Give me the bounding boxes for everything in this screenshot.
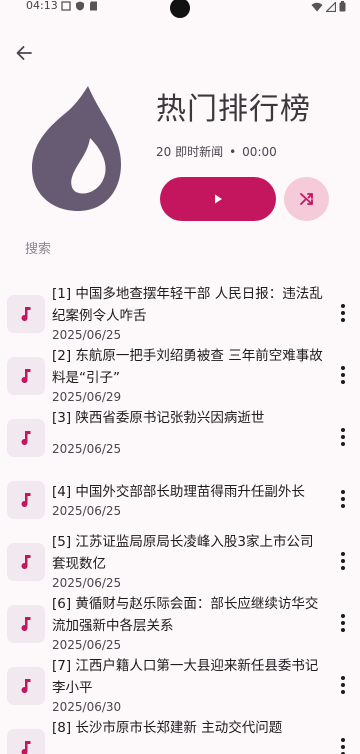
search-input[interactable]: 搜索 <box>25 238 51 257</box>
page-title: 热门排行榜 <box>156 92 311 127</box>
wifi-icon <box>311 2 323 11</box>
more-options-button[interactable] <box>334 424 352 450</box>
list-item[interactable]: [4] 中国外交部部长助理苗得雨升任副外长 2025/06/25 <box>0 469 360 531</box>
list-item-title: [2] 东航原一把手刘绍勇被查 三年前空难事故料是“引子” <box>52 348 323 386</box>
flame-icon <box>32 86 121 211</box>
status-time: 04:13 <box>26 0 58 12</box>
sd-card-icon <box>90 1 97 11</box>
camera-cutout <box>170 0 190 18</box>
list-item-title: [1] 中国多地查摆年轻干部 人民日报：违法乱纪案例令人咋舌 <box>52 286 323 324</box>
list-item[interactable]: [2] 东航原一把手刘绍勇被查 三年前空难事故料是“引子” 2025/06/29 <box>0 345 360 407</box>
list-item-title: [7] 江西户籍人口第一大县迎来新任县委书记李小平 <box>52 658 319 696</box>
list-item-title: [4] 中国外交部部长助理苗得雨升任副外长 <box>52 484 305 500</box>
signal-icon <box>326 1 336 12</box>
list-item-thumbnail <box>7 729 45 754</box>
more-options-button[interactable] <box>334 734 352 754</box>
list-item-thumbnail <box>7 357 45 395</box>
more-options-button[interactable] <box>334 548 352 574</box>
list-item[interactable]: [5] 江苏证监局原局长凌峰入股3家上市公司套现数亿 2025/06/25 <box>0 531 360 593</box>
status-bar: 04:13 <box>0 0 360 18</box>
list-item[interactable]: [8] 长沙市原市长郑建新 主动交代问题 <box>0 717 360 754</box>
list-item-thumbnail <box>7 667 45 705</box>
play-button[interactable] <box>160 177 276 221</box>
screen-icon <box>61 1 71 11</box>
list-item[interactable]: [6] 黄循财与赵乐际会面：部长应继续访华交流加强新中各层关系 2025/06/… <box>0 593 360 655</box>
shield-icon <box>76 1 84 11</box>
shuffle-icon <box>299 193 313 205</box>
more-options-button[interactable] <box>334 362 352 388</box>
list-item-date: 2025/06/25 <box>52 504 122 518</box>
playlist-meta: 20 即时新闻 • 00:00 <box>156 143 277 160</box>
more-options-button[interactable] <box>334 300 352 326</box>
system-icons <box>311 1 346 12</box>
list-item-thumbnail <box>7 543 45 581</box>
list-item[interactable]: [3] 陕西省委原书记张勃兴因病逝世 2025/06/25 <box>0 407 360 469</box>
more-options-button[interactable] <box>334 672 352 698</box>
total-duration: 00:00 <box>242 145 277 159</box>
more-options-button[interactable] <box>334 610 352 636</box>
list-item-title: [5] 江苏证监局原局长凌峰入股3家上市公司套现数亿 <box>52 534 314 572</box>
list-item-title: [8] 长沙市原市长郑建新 主动交代问题 <box>52 720 283 736</box>
arrow-left-icon <box>16 46 32 60</box>
music-note-icon <box>21 431 31 446</box>
list-item-date: 2025/06/29 <box>52 390 122 404</box>
music-note-icon <box>21 741 31 754</box>
play-icon <box>215 194 222 204</box>
music-note-icon <box>21 617 31 632</box>
notification-icons <box>61 1 98 11</box>
list-item[interactable]: [7] 江西户籍人口第一大县迎来新任县委书记李小平 2025/06/30 <box>0 655 360 717</box>
music-note-icon <box>21 369 31 384</box>
list-item-thumbnail <box>7 295 45 333</box>
more-options-button[interactable] <box>334 486 352 512</box>
music-note-icon <box>21 307 31 322</box>
list-item-title: [6] 黄循财与赵乐际会面：部长应继续访华交流加强新中各层关系 <box>52 596 319 634</box>
list-item-date: 2025/06/25 <box>52 328 122 342</box>
back-button[interactable] <box>12 41 36 65</box>
list-item-title: [3] 陕西省委原书记张勃兴因病逝世 <box>52 410 265 426</box>
music-note-icon <box>21 493 31 508</box>
item-count: 20 即时新闻 <box>156 145 224 159</box>
music-note-icon <box>21 555 31 570</box>
list-item-date: 2025/06/25 <box>52 442 122 456</box>
list-item[interactable]: [1] 中国多地查摆年轻干部 人民日报：违法乱纪案例令人咋舌 2025/06/2… <box>0 283 360 345</box>
shuffle-button[interactable] <box>284 177 329 221</box>
list-item-thumbnail <box>7 481 45 519</box>
meta-separator: • <box>229 145 237 159</box>
list-item-thumbnail <box>7 605 45 643</box>
list-item-date: 2025/06/30 <box>52 700 122 714</box>
battery-icon <box>339 1 346 12</box>
list-item-date: 2025/06/25 <box>52 638 122 652</box>
music-note-icon <box>21 679 31 694</box>
list-item-thumbnail <box>7 419 45 457</box>
list-item-date: 2025/06/25 <box>52 576 122 590</box>
